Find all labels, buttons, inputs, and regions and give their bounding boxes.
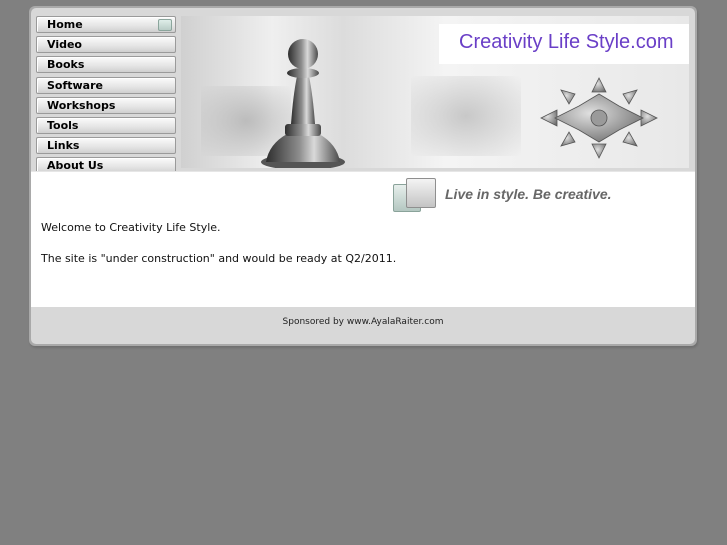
nav-item-label: Links	[47, 139, 80, 153]
tagline: Live in style. Be creative.	[445, 186, 612, 202]
nav-item-books[interactable]: Books	[36, 56, 176, 74]
nav-item-home[interactable]: Home	[36, 16, 176, 33]
active-indicator-icon	[158, 19, 172, 31]
nav-item-label: Tools	[47, 118, 79, 132]
welcome-text: Welcome to Creativity Life Style.	[41, 221, 221, 234]
site-title: Creativity Life Style.com	[459, 31, 674, 53]
page-frame: Home Video Books Software Workshops Tool…	[29, 6, 697, 346]
page-frame-inner: Home Video Books Software Workshops Tool…	[31, 8, 695, 344]
nav-item-software[interactable]: Software	[36, 76, 176, 94]
nav-item-label: Home	[47, 18, 83, 31]
nav-item-label: Video	[47, 38, 82, 52]
main-nav: Home Video Books Software Workshops Tool…	[36, 16, 176, 178]
nav-item-tools[interactable]: Tools	[36, 116, 176, 134]
status-text: The site is "under construction" and wou…	[41, 252, 397, 265]
nav-item-workshops[interactable]: Workshops	[36, 96, 176, 114]
tagline-block: Live in style. Be creative.	[393, 178, 673, 214]
pawn-icon	[261, 39, 345, 168]
decorative-square-icon	[406, 178, 436, 208]
nav-item-label: Workshops	[47, 98, 116, 112]
nav-item-label: Books	[47, 58, 85, 72]
footer-sponsor[interactable]: Sponsored by www.AyalaRaiter.com	[31, 317, 695, 327]
header-banner: Creativity Life Style.com	[181, 16, 689, 168]
nav-item-links[interactable]: Links	[36, 137, 176, 155]
nav-item-label: Software	[47, 78, 103, 92]
compass-arrows-icon	[540, 77, 658, 159]
nav-item-video[interactable]: Video	[36, 36, 176, 54]
